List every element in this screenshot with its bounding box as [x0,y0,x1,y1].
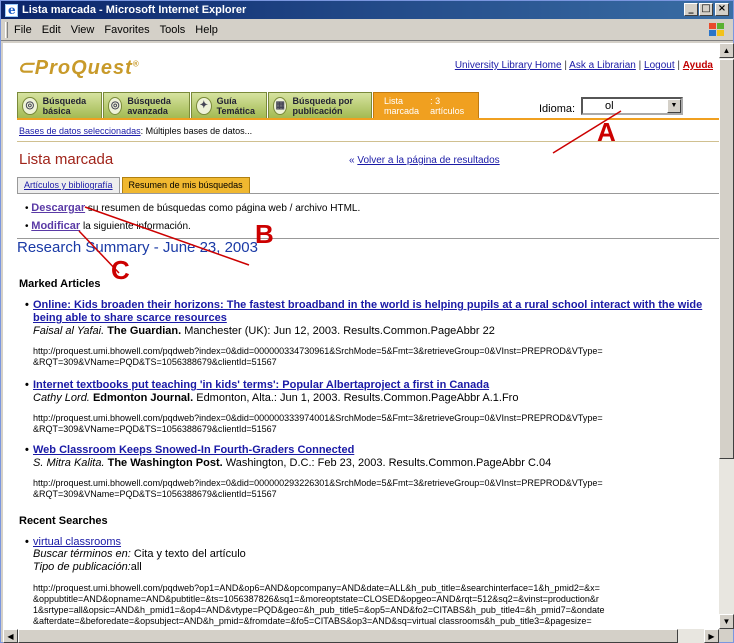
language-label: Idioma: [539,103,576,115]
tab-busqueda-avanzada[interactable]: ◎ Búsqueda avanzada [103,92,190,118]
article-title-link[interactable]: Online: Kids broaden their horizons: The… [33,299,719,325]
marked-count: : 3 artículos [430,95,465,116]
close-button[interactable]: × [715,3,729,16]
marked-articles-heading: Marked Articles [19,278,101,290]
basic-search-icon: ◎ [22,96,38,115]
proquest-logo: ⊂ProQuest® [17,57,140,79]
scroll-thumb[interactable] [719,59,734,459]
list-item: • Web Classroom Keeps Snowed-In Fourth-G… [25,444,719,500]
annotation-marker-c: C [111,255,130,285]
scroll-left-icon[interactable]: ◀ [3,629,18,643]
publication-search-icon: ▦ [273,96,288,115]
subtab-divider [17,193,719,194]
selected-databases-link[interactable]: Bases de datos seleccionadas [19,126,141,136]
article-meta: S. Mitra Kalita. The Washington Post. Wa… [33,457,552,469]
back-to-results: « Volver a la página de resultados [349,155,500,166]
list-item: • Online: Kids broaden their horizons: T… [25,299,719,368]
article-title-link[interactable]: Web Classroom Keeps Snowed-In Fourth-Gra… [33,444,719,457]
menu-file[interactable]: File [14,24,32,36]
download-action: • Descargar su resumen de búsquedas como… [25,202,361,214]
recent-search-url: http://proquest.umi.bhowell.com/pqdweb?o… [33,583,605,626]
menu-edit[interactable]: Edit [42,24,61,36]
menu-help[interactable]: Help [195,24,218,36]
annotation-marker-b: B [255,219,274,249]
tab-label: Búsqueda básica [42,95,87,116]
topic-guide-icon: ✦ [196,96,212,115]
nav-tabs: ◎ Búsqueda básica ◎ Búsqueda avanzada ✦ … [17,92,480,118]
article-url: http://proquest.umi.bhowell.com/pqdweb?i… [33,478,603,499]
back-to-results-link[interactable]: Volver a la página de resultados [357,155,499,166]
tab-articulos-bibliografia[interactable]: Artículos y bibliografía [17,177,120,193]
article-url: http://proquest.umi.bhowell.com/pqdweb?i… [33,346,603,367]
language-select[interactable]: ol ▼ [581,97,683,115]
menu-bar: File Edit View Favorites Tools Help [1,19,733,41]
tab-busqueda-por-publicacion[interactable]: ▦ Búsqueda por publicación [268,92,372,118]
tab-guia-tematica[interactable]: ✦ Guía Temática [191,92,267,118]
scroll-right-icon[interactable]: ▶ [704,629,719,643]
tab-label: Guía Temática [216,95,255,116]
menu-favorites[interactable]: Favorites [104,24,149,36]
tab-lista-marcada[interactable]: Lista marcada : 3 artículos [373,92,479,118]
recent-search-link[interactable]: virtual classrooms [33,536,121,548]
menu-view[interactable]: View [71,24,95,36]
article-url: http://proquest.umi.bhowell.com/pqdweb?i… [33,413,603,434]
list-item: • Internet textbooks put teaching 'in ki… [25,379,719,435]
vertical-scrollbar[interactable]: ▲ ▼ [719,43,734,629]
tab-label: Búsqueda avanzada [127,95,171,116]
page-viewport: ⊂ProQuest® University Library Home | Ask… [3,43,719,629]
article-meta: Cathy Lord. Edmonton Journal. Edmonton, … [33,392,519,404]
scroll-down-icon[interactable]: ▼ [719,614,734,629]
toolbar-grip [5,21,8,38]
descargar-link[interactable]: Descargar [31,202,85,214]
dropdown-arrow-icon[interactable]: ▼ [667,99,681,113]
advanced-search-icon: ◎ [108,96,123,115]
maximize-button[interactable]: □ [699,3,713,16]
window-title: Lista marcada - Microsoft Internet Explo… [22,4,247,16]
minimize-button[interactable]: _ [684,3,698,16]
tab-busqueda-basica[interactable]: ◎ Búsqueda básica [17,92,102,118]
modify-action: • Modificar la siguiente información. [25,220,191,232]
browser-window: Lista marcada - Microsoft Internet Explo… [0,0,734,643]
article-meta: Faisal al Yafai. The Guardian. Mancheste… [33,325,495,337]
article-title-link[interactable]: Internet textbooks put teaching 'in kids… [33,379,719,392]
tab-resumen-busquedas[interactable]: Resumen de mis búsquedas [121,177,250,193]
list-item: • virtual classrooms Buscar términos en:… [25,536,719,627]
logout-link[interactable]: Logout [644,60,675,71]
modificar-link[interactable]: Modificar [31,220,80,232]
tab-label: Búsqueda por publicación [292,95,353,116]
ayuda-link[interactable]: Ayuda [683,60,713,71]
research-summary-title: Research Summary - June 23, 2003 [17,239,258,256]
recent-searches-heading: Recent Searches [19,515,108,527]
university-library-home-link[interactable]: University Library Home [455,60,562,71]
database-line: Bases de datos seleccionadas: Múltiples … [19,126,253,136]
sub-tabs: Artículos y bibliografía Resumen de mis … [17,177,252,193]
windows-logo-icon [709,23,724,36]
title-bar: Lista marcada - Microsoft Internet Explo… [1,1,733,19]
page-title: Lista marcada [19,151,114,168]
language-value: ol [605,100,614,112]
internet-explorer-icon [5,3,18,17]
menu-tools[interactable]: Tools [160,24,186,36]
scroll-thumb[interactable] [18,629,678,643]
scroll-up-icon[interactable]: ▲ [719,43,734,58]
horizontal-scrollbar[interactable]: ◀ ▶ [3,629,719,643]
header-links: University Library Home | Ask a Libraria… [454,60,713,71]
annotation-marker-a: A [597,117,616,147]
ask-a-librarian-link[interactable]: Ask a Librarian [569,60,636,71]
